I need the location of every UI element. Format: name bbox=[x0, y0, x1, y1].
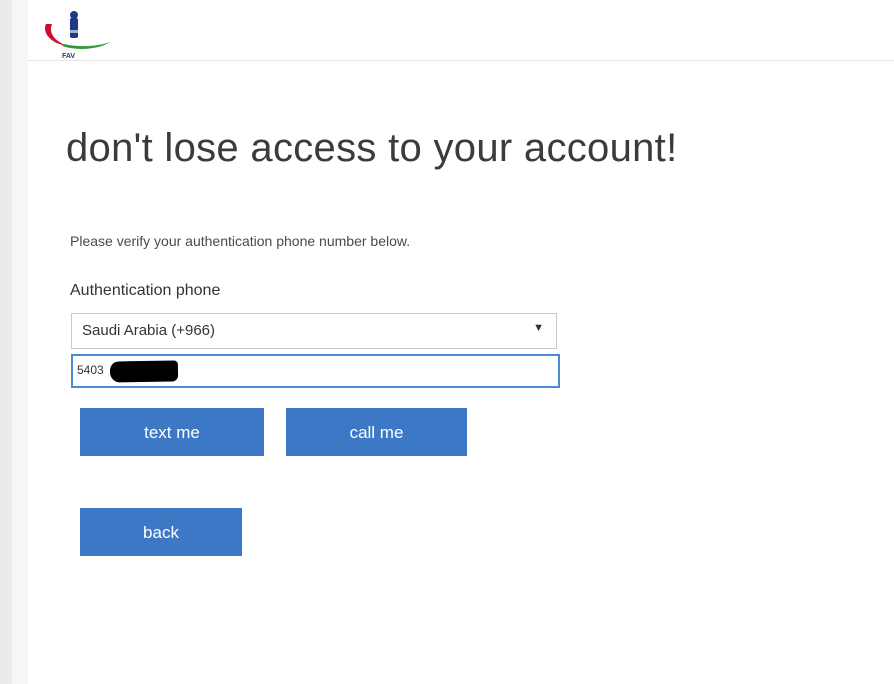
text-me-button[interactable]: text me bbox=[80, 408, 264, 456]
logo-text: FAV bbox=[62, 53, 75, 60]
header-bar bbox=[28, 0, 894, 61]
page-title: don't lose access to your account! bbox=[66, 126, 678, 170]
phone-input-value: 5403 bbox=[77, 363, 104, 377]
page: FAV don't lose access to your account! P… bbox=[0, 0, 894, 684]
left-gutter bbox=[0, 0, 28, 684]
left-gutter-edge bbox=[12, 0, 28, 684]
intro-text: Please verify your authentication phone … bbox=[70, 233, 411, 249]
chevron-down-icon: ▼ bbox=[533, 322, 544, 334]
call-me-button[interactable]: call me bbox=[286, 408, 467, 456]
organization-logo-icon: FAV bbox=[44, 11, 110, 60]
country-select-value: Saudi Arabia (+966) bbox=[82, 322, 216, 339]
back-button[interactable]: back bbox=[80, 508, 242, 556]
redaction-mark bbox=[109, 360, 179, 383]
authentication-phone-label: Authentication phone bbox=[70, 282, 221, 299]
country-code-select[interactable]: Saudi Arabia (+966) ▼ bbox=[71, 313, 557, 349]
phone-number-input[interactable]: 5403 bbox=[71, 354, 560, 388]
